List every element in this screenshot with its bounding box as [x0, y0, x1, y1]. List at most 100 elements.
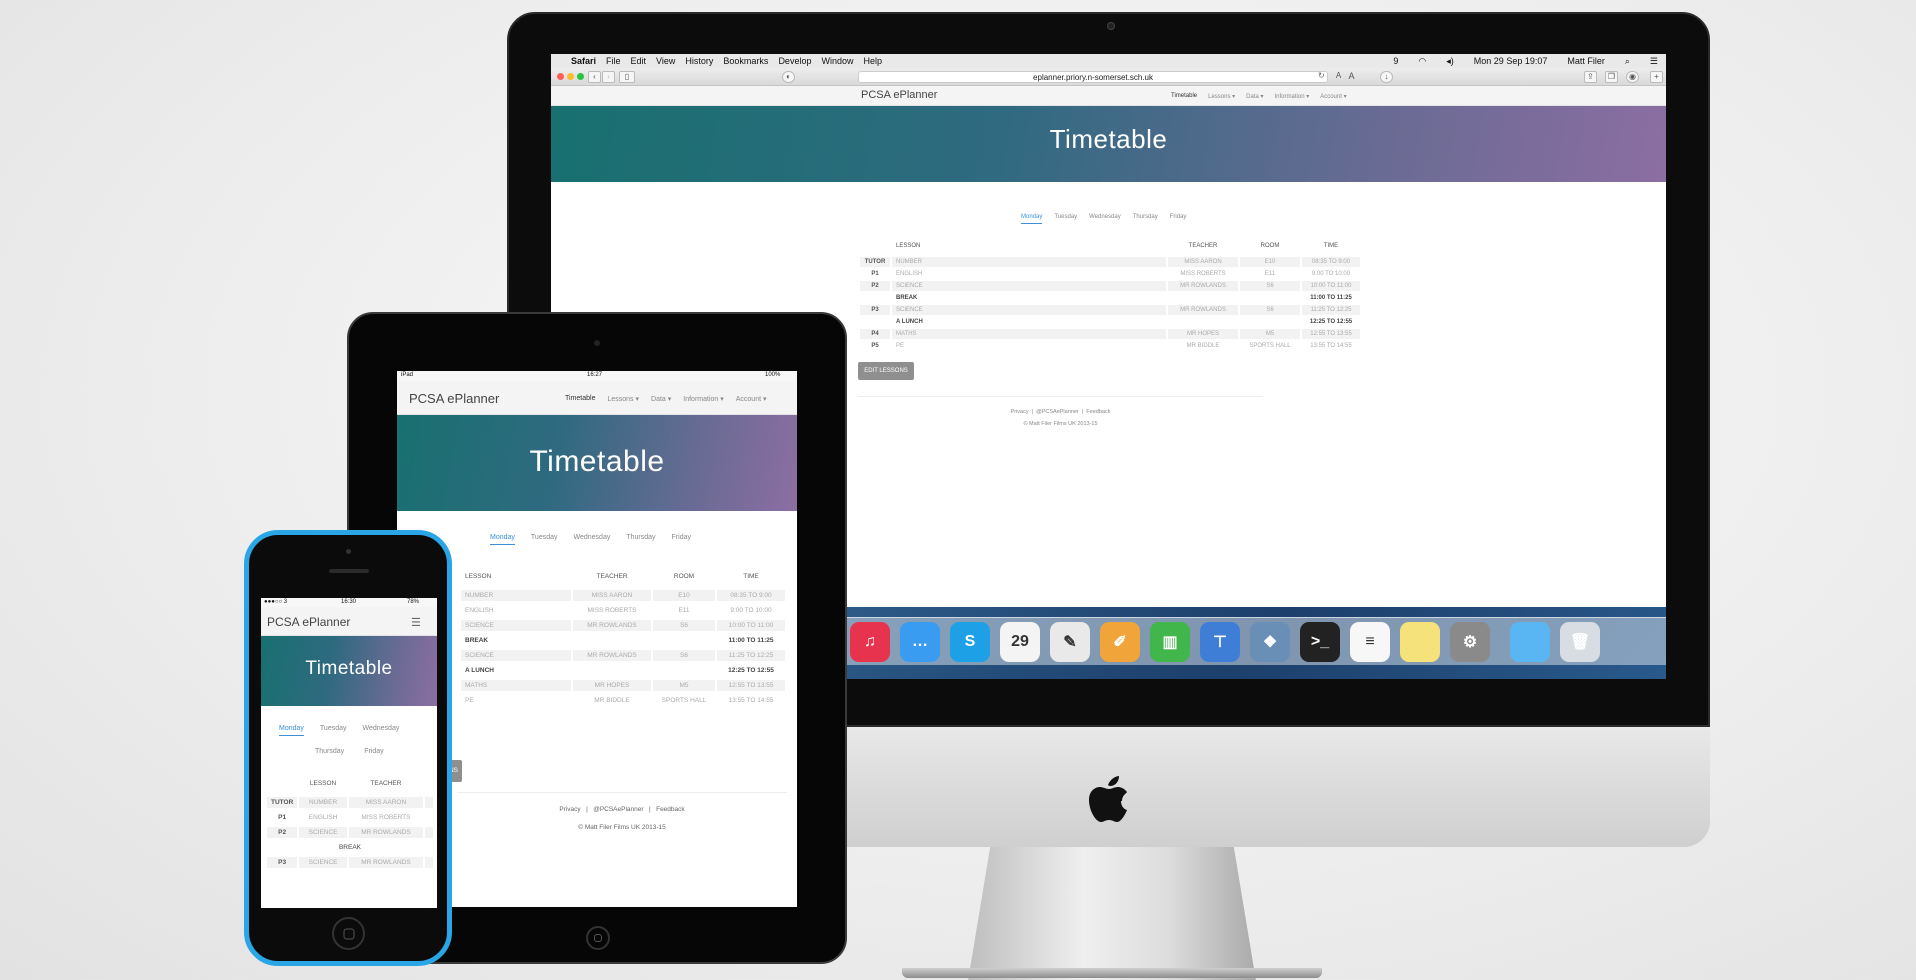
menu-window[interactable]: Window	[821, 56, 853, 66]
menubar-clock[interactable]: Mon 29 Sep 19:07	[1474, 56, 1548, 67]
numbers-icon[interactable]: ▥	[1150, 622, 1190, 662]
iphone-tab-tuesday[interactable]: Tuesday	[320, 725, 347, 736]
downloads-icon[interactable]: ↓	[1380, 71, 1393, 83]
ipad-footer-twitter-link[interactable]: @PCSAePlanner	[593, 806, 643, 813]
ipad-tab-tuesday[interactable]: Tuesday	[531, 534, 558, 545]
room-cell	[653, 635, 715, 646]
ipad-site-brand[interactable]: PCSA ePlanner	[409, 391, 499, 406]
messages-icon[interactable]: …	[900, 622, 940, 662]
nav-timetable[interactable]: Timetable	[1171, 93, 1197, 100]
col-room: ROOM	[1260, 243, 1280, 249]
ipad-tab-friday[interactable]: Friday	[672, 534, 691, 545]
iphone-hero-banner: Timetable	[261, 636, 437, 706]
volume-icon[interactable]: ◂)	[1446, 56, 1454, 67]
ipad-copyright: © Matt Filer Films UK 2013-15	[578, 824, 666, 831]
tab-wednesday[interactable]: Wednesday	[1089, 214, 1121, 224]
tab-friday[interactable]: Friday	[1170, 214, 1187, 224]
iphone-tab-friday[interactable]: Friday	[364, 748, 383, 755]
ipad-nav-lessons[interactable]: Lessons ▾	[607, 395, 639, 403]
ipad-nav-information[interactable]: Information ▾	[683, 395, 723, 403]
forward-button[interactable]: ›	[602, 71, 615, 83]
iphone-site-brand[interactable]: PCSA ePlanner	[267, 615, 350, 629]
dock: ♫… S 29 ✎ ✐ ▥ ⊤ ❖ >_ ≡ ⚙ 🗑	[846, 617, 1666, 665]
notes-icon[interactable]	[1400, 622, 1440, 662]
lesson-cell: A LUNCH	[465, 667, 495, 674]
zoom-window-button[interactable]	[577, 73, 584, 80]
tab-thursday[interactable]: Thursday	[1133, 214, 1158, 224]
teacher-cell: MISS AARON	[348, 797, 423, 808]
minimize-window-button[interactable]	[567, 73, 574, 80]
system-preferences-icon[interactable]: ⚙	[1450, 622, 1490, 662]
reminders-icon[interactable]: ≡	[1350, 622, 1390, 662]
teacher-cell: MR BIDDLE	[594, 697, 630, 704]
ipad-tab-monday[interactable]: Monday	[490, 534, 515, 545]
notification-center-icon[interactable]: ☰	[1650, 56, 1658, 67]
itunes-icon[interactable]: ♫	[850, 622, 890, 662]
wifi-icon[interactable]: ◠	[1418, 56, 1426, 67]
nav-information[interactable]: Information ▾	[1275, 93, 1310, 100]
menu-file[interactable]: File	[606, 56, 621, 66]
hamburger-menu-icon[interactable]: ☰	[411, 616, 421, 629]
nav-account[interactable]: Account ▾	[1320, 93, 1346, 100]
footer-twitter-link[interactable]: @PCSAePlanner	[1036, 409, 1079, 415]
footer-feedback-link[interactable]: Feedback	[1086, 409, 1110, 415]
ipad-col-room: ROOM	[673, 573, 695, 580]
folder-icon[interactable]	[1510, 622, 1550, 662]
reader-text-larger[interactable]: A	[1345, 71, 1358, 83]
adobe-status-badge[interactable]: 9	[1393, 56, 1398, 67]
nav-data[interactable]: Data ▾	[1246, 93, 1263, 100]
footer-privacy-link[interactable]: Privacy	[1011, 409, 1029, 415]
site-brand[interactable]: PCSA ePlanner	[861, 89, 937, 101]
ipad-footer-separator: |	[648, 806, 651, 813]
extension-icon[interactable]: ◉	[1626, 71, 1639, 83]
ipad-nav-data[interactable]: Data ▾	[651, 395, 671, 403]
menu-help[interactable]: Help	[863, 56, 882, 66]
iphone-home-button[interactable]	[332, 917, 365, 950]
edit-lessons-button[interactable]: EDIT LESSONS	[858, 362, 914, 380]
ipad-footer-feedback-link[interactable]: Feedback	[656, 806, 685, 813]
iphone-tab-wednesday[interactable]: Wednesday	[363, 725, 400, 736]
table-row: SCIENCE MR ROWLANDS S6 10:00 TO 11:00	[461, 620, 785, 631]
tab-monday[interactable]: Monday	[1021, 214, 1043, 224]
time-cell: 12:25 TO 12:55	[1309, 319, 1353, 325]
sidebar-icon[interactable]: ▯	[619, 71, 635, 83]
iphone-tab-thursday[interactable]: Thursday	[315, 748, 344, 755]
menu-history[interactable]: History	[685, 56, 713, 66]
ipad-tab-thursday[interactable]: Thursday	[626, 534, 655, 545]
preview-icon[interactable]: ❖	[1250, 622, 1290, 662]
reader-text-smaller[interactable]: A	[1332, 71, 1345, 83]
app-menu[interactable]: Safari	[571, 56, 596, 66]
menu-bookmarks[interactable]: Bookmarks	[723, 56, 768, 66]
ipad-footer-privacy-link[interactable]: Privacy	[559, 806, 580, 813]
close-window-button[interactable]	[557, 73, 564, 80]
tab-tuesday[interactable]: Tuesday	[1054, 214, 1077, 224]
new-tab-button[interactable]: +	[1650, 71, 1663, 83]
ipad-nav-timetable[interactable]: Timetable	[565, 395, 595, 403]
menu-edit[interactable]: Edit	[631, 56, 647, 66]
ipad-nav-account[interactable]: Account ▾	[736, 395, 767, 403]
iphone-tab-monday[interactable]: Monday	[279, 725, 304, 736]
pages-icon[interactable]: ✐	[1100, 622, 1140, 662]
tabs-overview-icon[interactable]: ❐	[1605, 71, 1618, 83]
reload-icon[interactable]: ↻	[1318, 71, 1325, 80]
address-bar[interactable]: eplanner.priory.n-somerset.sch.uk	[858, 71, 1328, 83]
back-button[interactable]: ‹	[588, 71, 601, 83]
ipad-home-button[interactable]	[586, 926, 610, 950]
menu-develop[interactable]: Develop	[778, 56, 811, 66]
lesson-cell: BREAK	[465, 637, 489, 644]
menu-view[interactable]: View	[656, 56, 675, 66]
room-cell: E11	[1264, 271, 1276, 277]
calendar-icon[interactable]: 29	[1000, 622, 1040, 662]
textedit-icon[interactable]: ✎	[1050, 622, 1090, 662]
timetable-table: LESSON TEACHER ROOM TIME TUTOR NUMBER MISS…	[858, 239, 1362, 353]
nav-lessons[interactable]: Lessons ▾	[1208, 93, 1235, 100]
terminal-icon[interactable]: >_	[1300, 622, 1340, 662]
skype-icon[interactable]: S	[950, 622, 990, 662]
menubar-user[interactable]: Matt Filer	[1567, 56, 1605, 67]
spotlight-icon[interactable]: ⌕	[1625, 56, 1630, 67]
trash-icon[interactable]: 🗑	[1560, 622, 1600, 662]
privacy-icon[interactable]: ◐	[782, 71, 795, 83]
keynote-icon[interactable]: ⊤	[1200, 622, 1240, 662]
share-icon[interactable]: ⇪	[1584, 71, 1597, 83]
ipad-tab-wednesday[interactable]: Wednesday	[574, 534, 611, 545]
